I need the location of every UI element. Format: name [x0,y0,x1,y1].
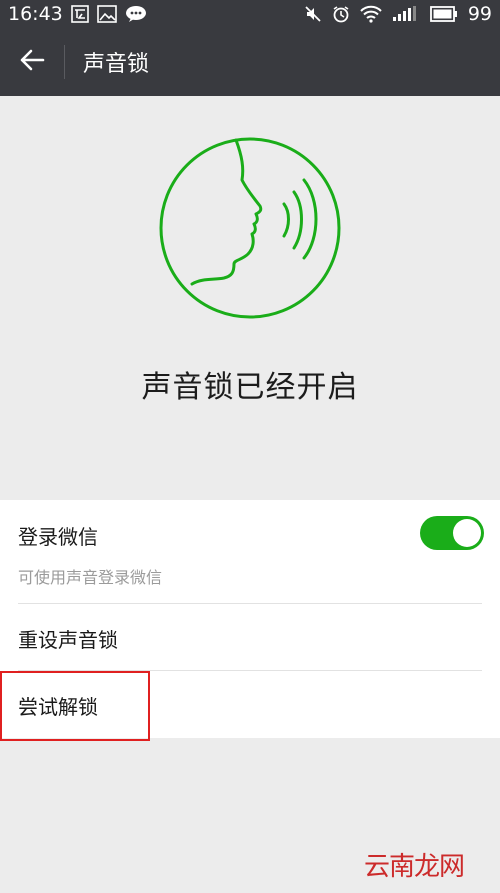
signal-icon [392,5,420,23]
app-notification-icon [70,5,89,23]
reset-voice-lock-label: 重设声音锁 [18,628,118,652]
image-icon [96,5,117,23]
battery-level: 99 [467,3,492,25]
back-button[interactable] [0,28,64,96]
voice-face-icon [158,136,342,324]
login-wechat-row[interactable]: 登录微信 可使用声音登录微信 [0,500,500,604]
mute-icon [304,5,322,23]
login-voice-toggle[interactable] [420,516,484,550]
login-wechat-sublabel: 可使用声音登录微信 [18,568,163,587]
page-title: 声音锁 [83,52,150,77]
wechat-icon [125,5,147,23]
status-time: 16:43 [8,3,63,25]
toggle-knob [453,519,481,547]
highlight-box [0,671,150,741]
wifi-icon [360,5,382,23]
login-wechat-label: 登录微信 [18,525,98,549]
voice-lock-status: 声音锁已经开启 [141,370,359,405]
status-bar: 16:43 99 [0,0,500,28]
title-bar: 声音锁 [0,28,500,96]
voice-lock-hero: 声音锁已经开启 [0,96,500,500]
battery-icon [429,5,458,23]
reset-voice-lock-row[interactable]: 重设声音锁 [0,604,500,671]
title-divider [64,45,65,79]
watermark: 云南龙网 [364,852,465,882]
back-arrow-icon [19,49,45,75]
alarm-icon [332,5,350,23]
